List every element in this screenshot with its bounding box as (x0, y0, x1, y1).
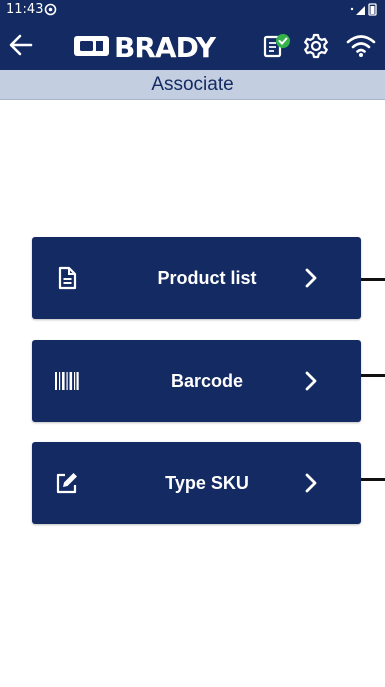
back-button[interactable] (6, 29, 36, 61)
back-arrow-icon (9, 34, 33, 56)
status-time: 11:43 (6, 2, 44, 17)
battery-icon (368, 3, 377, 16)
gear-icon (304, 33, 328, 59)
status-indicators (349, 3, 379, 20)
app-bar: BRADY (0, 20, 385, 70)
edit-icon (54, 470, 80, 496)
chevron-right-icon (300, 370, 322, 392)
document-check-icon (263, 34, 290, 58)
document-list-icon (54, 265, 80, 291)
connector-line (361, 374, 385, 377)
type-sku-label: Type SKU (165, 473, 249, 493)
status-bar: 11:43 (0, 0, 385, 20)
page-title: Associate (0, 70, 385, 100)
connector-line (361, 478, 385, 481)
connection-button[interactable] (345, 33, 377, 59)
barcode-icon (54, 368, 80, 394)
signal-icon (350, 6, 365, 15)
label-status-button[interactable] (262, 32, 292, 60)
barcode-button[interactable]: Barcode (32, 340, 361, 422)
brady-logo-mark-icon (74, 36, 109, 56)
product-list-button[interactable]: Product list (32, 237, 361, 319)
wifi-icon (346, 35, 376, 57)
barcode-label: Barcode (170, 371, 244, 391)
settings-button[interactable] (302, 32, 330, 60)
brand-name: BRADY (114, 31, 216, 64)
chevron-right-icon (300, 472, 322, 494)
product-list-label: Product list (157, 268, 257, 288)
data-saver-icon (44, 3, 57, 20)
chevron-right-icon (300, 267, 322, 289)
connector-line (361, 278, 385, 281)
type-sku-button[interactable]: Type SKU (32, 442, 361, 524)
